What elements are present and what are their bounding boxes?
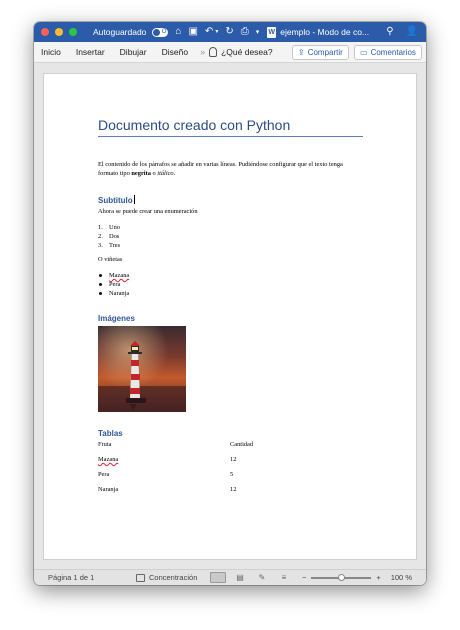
redo-icon[interactable]: ↻ (225, 27, 233, 37)
word-window: Autoguardado O ⌂ ▣ ↶ ▾ ↻ ⎙ ▾ W ejemplo -… (34, 22, 426, 585)
numbered-item-number: 3. (98, 242, 103, 249)
word-document-icon: W (267, 26, 277, 38)
paragraph-bold-text: negrita (131, 170, 151, 177)
bullet-icon (99, 274, 102, 277)
zoom-out-button[interactable]: − (302, 573, 306, 582)
lighthouse-picture (98, 326, 186, 412)
tables-heading: Tablas (98, 429, 123, 438)
bullet-item-text: Pera (109, 281, 121, 288)
search-icon[interactable]: ⚲ (386, 26, 393, 37)
subtitle-heading: Subtitulo (98, 195, 135, 205)
document-page[interactable]: Documento creado con Python El contenido… (43, 73, 417, 560)
document-heading: Documento creado con Python (98, 117, 363, 137)
numbered-item-number: 2. (98, 233, 103, 240)
bullets-intro: O viñetas (98, 256, 123, 263)
numbered-item-text: Tres (109, 242, 121, 249)
numbered-item-number: 1. (98, 224, 103, 231)
comments-button[interactable]: ▭ Comentarios (354, 45, 422, 60)
zoom-level[interactable]: 100 % (391, 573, 412, 582)
web-layout-view-icon[interactable]: ▤ (232, 572, 248, 583)
bullet-icon (99, 292, 102, 295)
share-user-icon[interactable]: 👤 (406, 26, 418, 37)
comment-icon: ▭ (360, 48, 368, 57)
enumeration-intro: Ahora se puede crear una enumeración (98, 208, 198, 215)
close-window-button[interactable] (41, 28, 49, 36)
document-title: ejemplo - Modo de co... (280, 27, 370, 37)
document-canvas[interactable]: Documento creado con Python El contenido… (34, 63, 426, 569)
print-layout-view-button[interactable] (210, 572, 226, 583)
more-tabs-icon[interactable]: » (200, 47, 205, 57)
outline-view-icon[interactable]: ✎ (254, 572, 270, 583)
table-cell: 12 (230, 486, 237, 493)
autosave-toggle[interactable]: O (152, 27, 169, 37)
chevron-down-icon[interactable]: ▾ (215, 29, 218, 35)
comments-label: Comentarios (370, 48, 416, 57)
title-bar: Autoguardado O ⌂ ▣ ↶ ▾ ↻ ⎙ ▾ W ejemplo -… (34, 22, 426, 42)
undo-icon[interactable]: ↶ (205, 27, 213, 37)
focus-icon (136, 573, 145, 582)
tab-dibujar[interactable]: Dibujar (120, 47, 147, 57)
lighthouse-image[interactable] (98, 326, 186, 412)
focus-mode-button[interactable]: Concentración (136, 573, 197, 582)
print-icon[interactable]: ⎙ (241, 27, 249, 37)
numbered-item-text: Uno (109, 224, 121, 231)
window-controls (41, 28, 77, 36)
bullet-item-text: Naranja (109, 290, 130, 297)
table-header-cell: Fruta (98, 441, 112, 448)
share-icon: ⇪ (298, 48, 305, 57)
focus-label: Concentración (149, 573, 198, 582)
table-cell: 12 (230, 456, 237, 463)
autosave-label: Autoguardado (93, 27, 147, 37)
status-bar: Página 1 de 1 Concentración ▤ ✎ ≡ − + 10… (34, 569, 426, 585)
autosave-state: O (161, 29, 167, 35)
titlebar-right-actions: ⚲ 👤 (386, 26, 418, 37)
paragraph-period: . (173, 170, 176, 177)
table-cell: Pera (98, 471, 110, 478)
customize-toolbar-icon[interactable]: ▾ (256, 29, 260, 36)
tab-inicio[interactable]: Inicio (41, 47, 61, 57)
table-cell: Mazana (98, 456, 119, 463)
text-cursor (133, 195, 135, 204)
share-label: Compartir (307, 48, 343, 57)
subtitle-text: Subtitulo (98, 196, 133, 205)
save-icon[interactable]: ▣ (188, 27, 197, 37)
page-count[interactable]: Página 1 de 1 (48, 573, 94, 582)
minimize-window-button[interactable] (55, 28, 63, 36)
zoom-in-button[interactable]: + (376, 573, 380, 582)
home-icon[interactable]: ⌂ (175, 27, 181, 37)
draft-view-icon[interactable]: ≡ (276, 572, 292, 583)
numbered-item-text: Dos (109, 233, 120, 240)
view-buttons: ▤ ✎ ≡ (210, 572, 292, 583)
lightbulb-icon (209, 47, 218, 57)
intro-paragraph: El contenido de los párrafos se añadir e… (98, 160, 363, 178)
zoom-slider[interactable] (311, 573, 372, 581)
zoom-control: − + (302, 573, 381, 582)
bullet-icon (99, 283, 102, 286)
images-heading: Imágenes (98, 314, 135, 323)
tell-me-field[interactable]: ¿Qué desea? (221, 47, 273, 57)
tab-insertar[interactable]: Insertar (76, 47, 105, 57)
ribbon: Inicio Insertar Dibujar Diseño » ¿Qué de… (34, 42, 426, 63)
paragraph-italic-text: itálico (157, 170, 174, 177)
table-cell: 5 (230, 471, 234, 478)
table-cell: Naranja (98, 486, 119, 493)
share-button[interactable]: ⇪ Compartir (292, 45, 349, 60)
table-header-cell: Cantidad (230, 441, 254, 448)
tab-diseno[interactable]: Diseño (162, 47, 188, 57)
zoom-slider-thumb[interactable] (337, 573, 345, 581)
maximize-window-button[interactable] (69, 28, 77, 36)
bullet-item-text: Mazana (109, 272, 130, 279)
